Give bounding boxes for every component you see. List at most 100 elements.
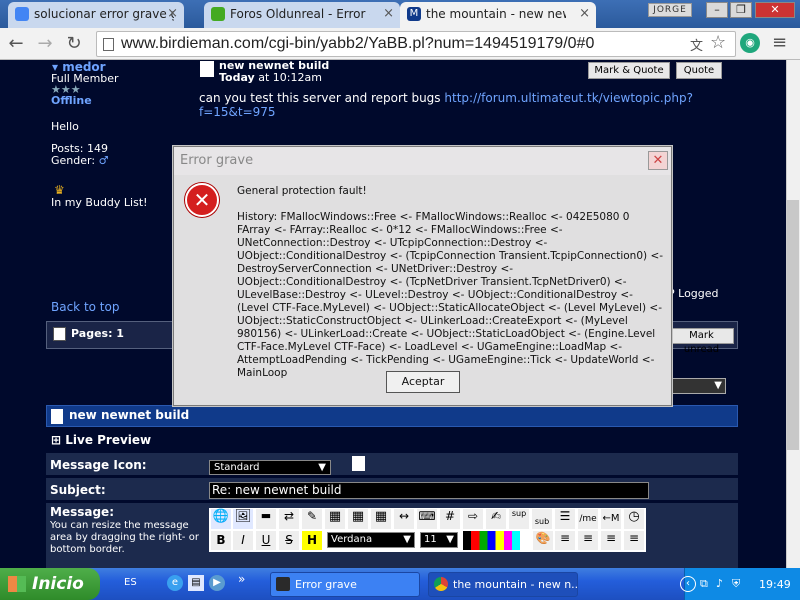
quote-button[interactable]: Quote bbox=[676, 62, 722, 79]
reply-title: new newnet build bbox=[69, 408, 190, 422]
mark-unread-button[interactable]: Mark unread bbox=[669, 328, 734, 355]
translate-icon[interactable]: 文 bbox=[690, 35, 703, 54]
align-center-icon[interactable]: ≡ bbox=[578, 531, 598, 550]
post-date: Today at 10:12am bbox=[219, 71, 322, 84]
more-icon[interactable]: » bbox=[238, 572, 245, 586]
font-select[interactable]: Verdana ▼ bbox=[327, 532, 415, 548]
message-icon-preview bbox=[352, 456, 365, 471]
tray-expand-icon[interactable]: ‹ bbox=[680, 576, 696, 592]
reply-page-icon bbox=[51, 409, 63, 424]
status-offline: Offline bbox=[51, 94, 92, 107]
color-palette[interactable] bbox=[463, 531, 531, 550]
flash-icon[interactable]: ✎ bbox=[302, 509, 322, 529]
clock-icon[interactable]: ◷ bbox=[624, 509, 644, 529]
taskbar-item-error[interactable]: Error grave bbox=[270, 572, 420, 597]
address-bar[interactable]: www.birdieman.com/cgi-bin/yabb2/YaBB.pl?… bbox=[96, 31, 736, 57]
close-icon[interactable]: × bbox=[579, 2, 590, 26]
message-icon-label: Message Icon: bbox=[50, 458, 147, 472]
underline-button[interactable]: U bbox=[256, 531, 276, 550]
jump-select[interactable]: ▼ bbox=[664, 378, 726, 394]
message-hint: You can resize the message area by dragg… bbox=[50, 520, 199, 555]
marquee-icon[interactable]: ←M bbox=[601, 509, 621, 529]
message-icon-select[interactable]: Standard ▼ bbox=[209, 460, 331, 475]
media-player-icon[interactable]: ▶ bbox=[209, 575, 225, 591]
size-select[interactable]: 11 ▼ bbox=[420, 532, 458, 548]
italic-button[interactable]: I bbox=[233, 531, 253, 550]
window-close-icon[interactable]: ✕ bbox=[755, 2, 795, 18]
color-picker-icon[interactable]: 🎨 bbox=[533, 531, 553, 550]
bold-button[interactable]: B bbox=[211, 531, 231, 550]
dialog-close-icon[interactable]: ✕ bbox=[648, 151, 668, 170]
quote-icon[interactable]: ⇨ bbox=[463, 509, 483, 529]
google-icon bbox=[15, 7, 29, 21]
mark-quote-button[interactable]: Mark & Quote bbox=[588, 62, 670, 79]
post-page-icon bbox=[200, 61, 214, 77]
gender-label: Gender: ♂ bbox=[51, 154, 109, 167]
ie-icon[interactable]: e bbox=[167, 575, 183, 591]
subject-label: Subject: bbox=[50, 483, 106, 497]
globe-icon[interactable]: 🌐 bbox=[211, 509, 231, 529]
sub-button[interactable]: sub bbox=[532, 509, 552, 529]
forum-icon: M bbox=[407, 7, 421, 21]
live-preview-toggle[interactable]: ⊞ Live Preview bbox=[51, 433, 151, 447]
justify-icon[interactable]: ≡ bbox=[624, 531, 644, 550]
list-icon[interactable]: ☰ bbox=[555, 509, 575, 529]
code-icon[interactable]: ⌨ bbox=[417, 509, 437, 529]
message-label: Message: bbox=[50, 505, 114, 519]
align-left-icon[interactable]: ≡ bbox=[555, 531, 575, 550]
align-right-icon[interactable]: ≡ bbox=[601, 531, 621, 550]
table-cell-icon[interactable]: ▦ bbox=[371, 509, 391, 529]
quicklaunch-icon[interactable]: ▤ bbox=[188, 575, 204, 591]
clock[interactable]: 19:49 bbox=[759, 578, 791, 591]
reload-icon[interactable]: ↻ bbox=[63, 33, 85, 55]
minimize-icon[interactable]: – bbox=[706, 2, 728, 18]
media-icon[interactable]: ▬ bbox=[256, 509, 276, 529]
buddy-icon: ♛ bbox=[54, 183, 65, 197]
sup-button[interactable]: sup bbox=[509, 509, 529, 529]
chrome-icon bbox=[434, 577, 448, 591]
close-icon[interactable]: × bbox=[167, 2, 178, 26]
close-icon[interactable]: × bbox=[383, 2, 394, 26]
error-dialog: Error grave ✕ ✕ General protection fault… bbox=[173, 146, 672, 406]
menu-icon[interactable]: ≡ bbox=[772, 32, 787, 53]
network-icon[interactable]: ⧉ bbox=[700, 577, 708, 591]
language-indicator[interactable]: ES bbox=[124, 577, 137, 588]
scrollbar-thumb[interactable] bbox=[787, 200, 799, 450]
volume-icon[interactable]: ♪ bbox=[716, 577, 723, 590]
table-row-icon[interactable]: ▦ bbox=[348, 509, 368, 529]
start-button[interactable]: Inicio bbox=[0, 568, 100, 600]
accept-button[interactable]: Aceptar bbox=[386, 371, 460, 393]
extension-icon[interactable]: ◉ bbox=[740, 33, 760, 53]
edit-icon[interactable]: ✍ bbox=[486, 509, 506, 529]
taskbar-item-chrome[interactable]: the mountain - new n... bbox=[428, 572, 578, 597]
ftp-icon[interactable]: ⇄ bbox=[279, 509, 299, 529]
strike-button[interactable]: S bbox=[279, 531, 299, 550]
table-icon[interactable]: ▦ bbox=[325, 509, 345, 529]
me-button[interactable]: /me bbox=[578, 509, 598, 529]
error-history: History: FMallocWindows::Free <- FMalloc… bbox=[237, 211, 664, 379]
restore-icon[interactable]: ❐ bbox=[730, 2, 752, 18]
tab-foros[interactable]: Foros Oldunreal - Error critic × bbox=[204, 2, 400, 28]
back-icon[interactable]: ← bbox=[5, 33, 27, 55]
windows-flag-icon bbox=[8, 576, 26, 592]
male-icon: ♂ bbox=[98, 154, 109, 167]
star-icon[interactable]: ☆ bbox=[710, 32, 726, 53]
back-to-top-link[interactable]: Back to top bbox=[51, 300, 119, 314]
page-icon bbox=[103, 38, 114, 51]
pages-label: Pages: 1 bbox=[71, 327, 124, 340]
error-heading: General protection fault! bbox=[237, 185, 367, 197]
highlight-button[interactable]: H bbox=[302, 531, 322, 550]
unreal-icon bbox=[276, 577, 290, 591]
pages-icon bbox=[53, 327, 66, 341]
unreal-icon bbox=[211, 7, 225, 21]
image-icon[interactable]: 🖼 bbox=[233, 509, 253, 529]
message-icon-row bbox=[46, 453, 738, 475]
subject-input[interactable]: Re: new newnet build bbox=[209, 482, 649, 499]
profile-chip[interactable]: JORGE bbox=[648, 3, 692, 17]
tab-google[interactable]: solucionar error grave gener × bbox=[8, 2, 184, 28]
hash-icon[interactable]: # bbox=[440, 509, 460, 529]
tab-mountain[interactable]: M the mountain - new newnet b × bbox=[400, 2, 596, 28]
hr-icon[interactable]: ↔ bbox=[394, 509, 414, 529]
forward-icon[interactable]: → bbox=[34, 33, 56, 55]
security-icon[interactable]: ⛨ bbox=[732, 577, 740, 591]
